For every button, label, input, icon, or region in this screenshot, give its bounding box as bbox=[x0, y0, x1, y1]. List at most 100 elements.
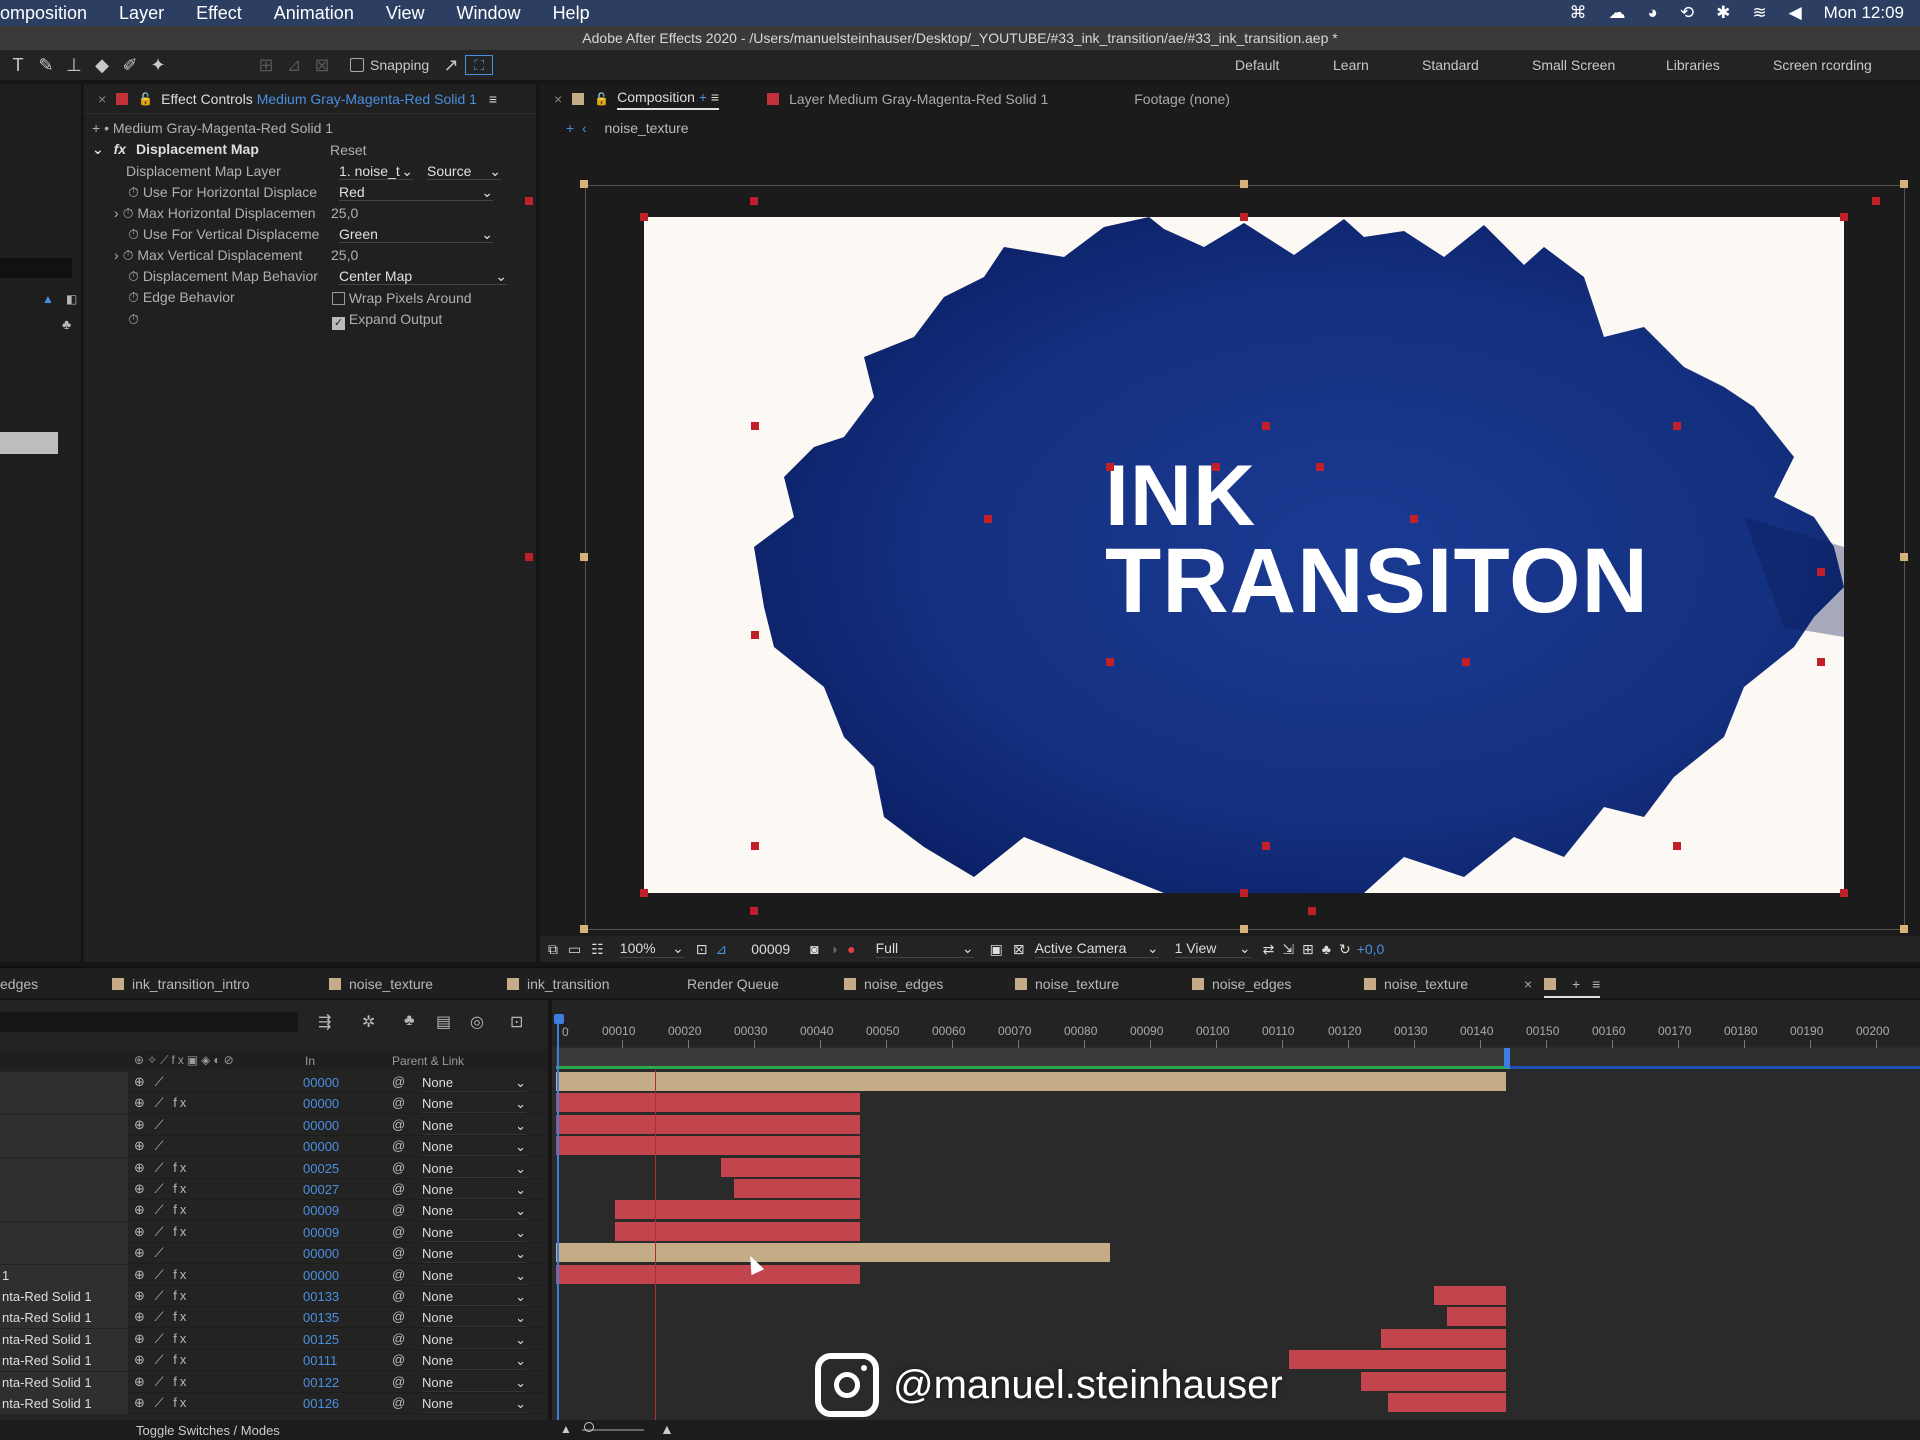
menu-help[interactable]: Help bbox=[537, 3, 606, 24]
layer-duration-bar[interactable] bbox=[1381, 1328, 1507, 1348]
tab-footage[interactable]: Footage (none) bbox=[1134, 91, 1230, 107]
pickwhip-icon[interactable]: @ bbox=[392, 1309, 405, 1324]
parent-dropdown[interactable]: None ⌄ bbox=[422, 1310, 526, 1328]
playhead-handle[interactable] bbox=[554, 1014, 564, 1024]
axis-mode-icon[interactable]: ⊿ bbox=[280, 55, 308, 76]
stopwatch-icon[interactable]: ⏱ bbox=[123, 247, 134, 263]
parent-dropdown[interactable]: None ⌄ bbox=[422, 1139, 526, 1157]
menu-layer[interactable]: Layer bbox=[103, 3, 180, 24]
layer-name[interactable]: nta-Red Solid 1 bbox=[0, 1286, 128, 1307]
layer-name[interactable]: nta-Red Solid 1 bbox=[0, 1328, 128, 1350]
parent-dropdown[interactable]: None ⌄ bbox=[422, 1375, 526, 1392]
layer-in-point[interactable]: 00133 bbox=[303, 1289, 339, 1304]
layer-name[interactable] bbox=[0, 1200, 128, 1222]
layer-in-point[interactable]: 00000 bbox=[303, 1096, 339, 1111]
layer-switches-icon[interactable]: ⊕ ⟋ bbox=[134, 1117, 167, 1133]
layer-name[interactable] bbox=[0, 1072, 128, 1093]
parent-dropdown[interactable]: None ⌄ bbox=[422, 1289, 526, 1306]
expand-chevron-icon[interactable]: ⌄ bbox=[92, 141, 104, 157]
layer-switches-icon[interactable]: ⊕ ⟋ fx bbox=[134, 1352, 189, 1368]
comp-mini-flowchart-icon[interactable]: ⇶ bbox=[318, 1012, 331, 1032]
effect-controls-tab[interactable]: × 🔓 Effect Controls Medium Gray-Magenta-… bbox=[84, 84, 536, 114]
flowchart-icon[interactable]: ♣ bbox=[62, 316, 71, 332]
tag-icon[interactable]: ◧ bbox=[66, 292, 77, 306]
stopwatch-icon[interactable]: ⏱ bbox=[128, 311, 139, 328]
table-row[interactable]: ⊕ ⟋ 00000 @ None ⌄ bbox=[0, 1136, 548, 1158]
timeline-icon[interactable]: ⊞ bbox=[1302, 941, 1314, 958]
pickwhip-icon[interactable]: @ bbox=[392, 1138, 405, 1153]
workspace-default[interactable]: Default bbox=[1235, 50, 1279, 80]
brush-tool-icon[interactable]: ✎ bbox=[32, 55, 60, 76]
stopwatch-icon[interactable]: ⏱ bbox=[128, 289, 139, 305]
layer-in-point[interactable]: 00126 bbox=[303, 1396, 339, 1411]
layer-name[interactable] bbox=[0, 1157, 128, 1179]
parent-dropdown[interactable]: None ⌄ bbox=[422, 1353, 526, 1371]
layer-switches-icon[interactable]: ⊕ ⟋ fx bbox=[134, 1095, 189, 1111]
volume-icon[interactable]: ◀ bbox=[1789, 3, 1802, 23]
pickwhip-icon[interactable]: @ bbox=[392, 1374, 405, 1389]
layer-name[interactable] bbox=[0, 1243, 128, 1265]
parent-dropdown[interactable]: None ⌄ bbox=[422, 1161, 526, 1178]
zoom-dropdown[interactable]: 100% ⌄ bbox=[619, 940, 684, 958]
layer-switches-icon[interactable]: ⊕ ⟋ fx bbox=[134, 1374, 189, 1390]
menubar-clock[interactable]: Mon 12:09 bbox=[1824, 3, 1904, 23]
view-axis-icon[interactable]: ⊠ bbox=[308, 55, 336, 76]
toggle-pixel-aspect-icon[interactable]: ⇄ bbox=[1263, 941, 1275, 958]
table-row[interactable]: ⊕ ⟋ fx 00025 @ None ⌄ bbox=[0, 1157, 548, 1179]
layer-duration-bar[interactable] bbox=[615, 1200, 860, 1220]
layer-duration-bar[interactable] bbox=[556, 1072, 1507, 1091]
layer-switches-icon[interactable]: ⊕ ⟋ fx bbox=[134, 1181, 189, 1197]
layer-switches-icon[interactable]: ⊕ ⟋ fx bbox=[134, 1288, 189, 1304]
layer-in-point[interactable]: 00135 bbox=[303, 1310, 339, 1325]
layer-name[interactable]: nta-Red Solid 1 bbox=[0, 1371, 128, 1393]
close-tab-icon[interactable]: × bbox=[98, 91, 106, 107]
pickwhip-icon[interactable]: @ bbox=[392, 1181, 405, 1196]
tab-noise-edges[interactable]: noise_edges bbox=[844, 968, 943, 1000]
layer-duration-bar[interactable] bbox=[556, 1093, 860, 1113]
layer-switches-icon[interactable]: ⊕ ⟋ fx bbox=[134, 1224, 189, 1240]
parent-dropdown[interactable]: None ⌄ bbox=[422, 1182, 526, 1199]
layer-switches-icon[interactable]: ⊕ ⟋ bbox=[134, 1245, 167, 1261]
sort-arrow-icon[interactable]: ▲ bbox=[42, 292, 54, 306]
workspace-learn[interactable]: Learn bbox=[1333, 50, 1369, 80]
draft-3d-icon[interactable]: ✲ bbox=[362, 1012, 375, 1032]
pickwhip-icon[interactable]: @ bbox=[392, 1224, 405, 1239]
fit-icon[interactable]: ⊡ bbox=[696, 941, 708, 958]
in-column-header[interactable]: In bbox=[305, 1054, 315, 1068]
tab-noise-texture-3[interactable]: noise_texture bbox=[1364, 968, 1468, 1000]
workspace-standard[interactable]: Standard bbox=[1422, 50, 1479, 80]
layer-name[interactable] bbox=[0, 1136, 128, 1158]
tab-noise-edges-2[interactable]: noise_edges bbox=[1192, 968, 1291, 1000]
toggle-switches-modes-button[interactable]: Toggle Switches / Modes bbox=[136, 1423, 280, 1438]
layer-in-point[interactable]: 00009 bbox=[303, 1225, 339, 1240]
effect-header[interactable]: ⌄ fx Displacement Map bbox=[92, 141, 259, 158]
pickwhip-icon[interactable]: @ bbox=[392, 1395, 405, 1410]
parent-column-header[interactable]: Parent & Link bbox=[392, 1054, 464, 1068]
clone-stamp-tool-icon[interactable]: ⊥ bbox=[60, 55, 88, 76]
close-tab-icon[interactable]: × bbox=[554, 91, 562, 107]
table-row[interactable]: nta-Red Solid 1 ⊕ ⟋ fx 00111 @ None ⌄ bbox=[0, 1350, 548, 1372]
composition-viewer-frame[interactable]: INK TRANSITON bbox=[644, 217, 1844, 893]
layer-duration-bar[interactable] bbox=[1447, 1307, 1507, 1327]
table-row[interactable]: nta-Red Solid 1 ⊕ ⟋ fx 00122 @ None ⌄ bbox=[0, 1371, 548, 1393]
current-frame[interactable]: 00009 bbox=[751, 941, 790, 957]
zoom-out-icon[interactable]: ▲ bbox=[560, 1422, 572, 1436]
layer-in-point[interactable]: 00122 bbox=[303, 1375, 339, 1390]
layer-switches-icon[interactable]: ⊕ ⟋ fx bbox=[134, 1395, 189, 1411]
menu-animation[interactable]: Animation bbox=[258, 3, 370, 24]
axis-tool-icon[interactable]: ⊞ bbox=[252, 55, 280, 76]
motion-blur-icon[interactable]: ◎ bbox=[470, 1012, 484, 1032]
snapshot-icon[interactable]: ◙ bbox=[810, 941, 818, 957]
fast-preview-icon[interactable]: ⇲ bbox=[1282, 941, 1294, 958]
reset-button[interactable]: Reset bbox=[330, 142, 367, 158]
layer-in-point[interactable]: 00000 bbox=[303, 1118, 339, 1133]
map-behavior-dropdown[interactable]: Center Map ⌄ bbox=[339, 268, 507, 285]
layer-name[interactable]: nta-Red Solid 1 bbox=[0, 1350, 128, 1372]
layer-in-point[interactable]: 00000 bbox=[303, 1075, 339, 1090]
shy-layers-icon[interactable]: ♣ bbox=[404, 1012, 415, 1030]
parent-dropdown[interactable]: None ⌄ bbox=[422, 1332, 526, 1349]
table-row[interactable]: ⊕ ⟋ fx 00009 @ None ⌄ bbox=[0, 1221, 548, 1243]
effect-controls-layer[interactable]: Medium Gray-Magenta-Red Solid 1 bbox=[257, 91, 477, 107]
layer-name[interactable]: 1 bbox=[0, 1264, 128, 1286]
parent-dropdown[interactable]: None ⌄ bbox=[422, 1246, 526, 1264]
